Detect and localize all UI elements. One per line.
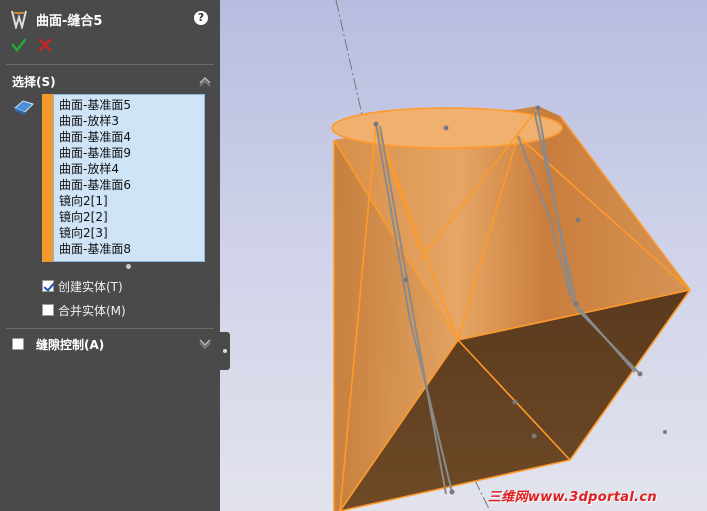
ok-checkmark-icon[interactable] [11, 37, 27, 53]
list-item[interactable]: 曲面-基准面4 [54, 129, 204, 145]
selected-surfaces-list[interactable]: 曲面-基准面5 曲面-放样3 曲面-基准面4 曲面-基准面9 曲面-放样4 曲面… [42, 94, 205, 262]
merge-solid-option[interactable]: 合并实体(M) [42, 302, 126, 318]
list-item[interactable]: 镜向2[3] [54, 225, 204, 241]
list-resize-handle[interactable] [126, 264, 131, 269]
help-icon[interactable]: ? [194, 11, 208, 25]
collapse-handle-dot [223, 349, 227, 353]
create-solid-label: 创建实体(T) [58, 279, 123, 294]
gap-control-label: 缝隙控制(A) [36, 337, 105, 352]
feature-title: 曲面-缝合5 [36, 13, 103, 29]
chevron-up-icon[interactable] [198, 74, 212, 88]
chevron-down-icon[interactable] [198, 337, 212, 351]
list-item[interactable]: 曲面-放样4 [54, 161, 204, 177]
property-manager-panel: 曲面-缝合5 ? 选择(S) 曲面-基准面5 曲面-放样3 曲面-基准面4 曲面… [0, 0, 220, 511]
feature-title-bar: 曲面-缝合5 [10, 8, 102, 30]
list-item[interactable]: 曲面-基准面8 [54, 241, 204, 257]
watermark-text: 三维网www.3dportal.cn [488, 490, 657, 505]
list-item[interactable]: 镜向2[2] [54, 209, 204, 225]
selection-section-label: 选择(S) [12, 74, 56, 89]
merge-solid-checkbox[interactable] [42, 304, 54, 316]
cancel-x-icon[interactable] [38, 38, 52, 52]
list-item[interactable]: 镜向2[1] [54, 193, 204, 209]
create-solid-checkbox[interactable] [42, 280, 54, 292]
selected-surfaces-listbox[interactable]: 曲面-基准面5 曲面-放样3 曲面-基准面4 曲面-基准面9 曲面-放样4 曲面… [53, 94, 205, 262]
list-item[interactable]: 曲面-基准面9 [54, 145, 204, 161]
divider [6, 328, 214, 329]
divider [6, 64, 214, 65]
list-item[interactable]: 曲面-基准面6 [54, 177, 204, 193]
list-item[interactable]: 曲面-放样3 [54, 113, 204, 129]
knitted-surface-model[interactable] [220, 0, 707, 511]
selection-section-header[interactable]: 选择(S) [0, 70, 220, 92]
graphics-viewport[interactable] [220, 0, 707, 511]
surfaces-selection-icon [14, 100, 34, 115]
list-item[interactable]: 曲面-基准面5 [54, 97, 204, 113]
gap-control-checkbox[interactable] [12, 338, 24, 350]
panel-collapse-tab[interactable] [220, 332, 230, 370]
create-solid-option[interactable]: 创建实体(T) [42, 278, 123, 294]
merge-solid-label: 合并实体(M) [58, 303, 126, 318]
list-focus-bar [42, 94, 53, 262]
gap-control-section-header[interactable]: 缝隙控制(A) [0, 333, 220, 355]
knit-surface-icon [11, 10, 27, 29]
